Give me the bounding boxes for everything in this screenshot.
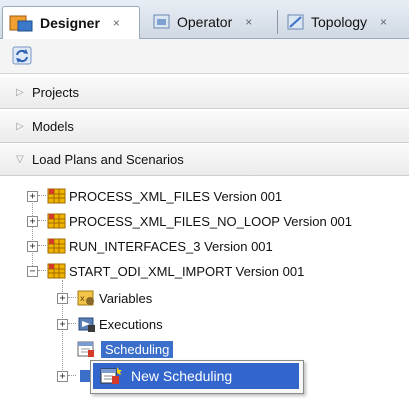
tree-item-executions[interactable]: + Executions [57,312,163,336]
tab-designer[interactable]: Designer × [2,6,140,39]
scenario-icon [47,188,66,204]
tab-separator [277,10,278,34]
tree-item-label: Executions [99,316,163,332]
expand-toggle[interactable]: + [57,318,68,330]
tab-operator-label: Operator [177,14,233,30]
new-scheduling-icon [100,367,122,384]
expand-toggle[interactable]: + [57,292,68,304]
tree-item-label: PROCESS_XML_FILES_NO_LOOP Version 001 [69,213,353,229]
scenario-icon [47,263,66,279]
svg-text:x: x [80,294,85,303]
variables-icon: x [77,290,94,306]
tree-item-scheduling[interactable]: Scheduling [76,337,174,361]
tree-item-variables[interactable]: + x Variables [57,286,152,310]
tab-operator[interactable]: Operator × [146,6,278,38]
accordion-label: Load Plans and Scenarios [32,152,184,167]
collapse-toggle[interactable]: − [27,265,38,277]
chevron-down-icon: ▽ [16,154,24,165]
tree-item-label-selected: Scheduling [101,340,174,358]
scenario-icon [47,213,66,229]
refresh-icon[interactable] [12,46,34,66]
close-icon[interactable]: × [380,15,387,29]
toolbar [0,39,409,74]
menu-item-label: New Scheduling [131,368,233,384]
tree-item-label: RUN_INTERFACES_3 Version 001 [69,238,273,254]
tab-designer-label: Designer [40,15,100,31]
tab-topology-label: Topology [311,14,368,30]
tree-item-label: START_ODI_XML_IMPORT Version 001 [69,263,305,279]
expand-toggle[interactable]: + [57,370,68,382]
tab-bar: Designer × Operator × Topology × [0,0,409,39]
accordion-label: Models [32,119,74,134]
tree-item-process-xml-files[interactable]: + PROCESS_XML_FILES Version 001 [27,184,282,208]
close-icon[interactable]: × [245,15,252,29]
tree-item-process-xml-files-no-loop[interactable]: + PROCESS_XML_FILES_NO_LOOP Version 001 [27,209,352,233]
accordion-load-plans-and-scenarios[interactable]: ▽ Load Plans and Scenarios [0,144,409,176]
chevron-right-icon: ▷ [16,87,24,98]
tree-item-start-odi-xml-import[interactable]: − START_ODI_XML_IMPORT Version 001 [27,259,304,283]
tree-item-label: PROCESS_XML_FILES Version 001 [69,188,283,204]
expand-toggle[interactable]: + [27,215,38,227]
tree-item-label: Variables [99,290,153,306]
chevron-right-icon: ▷ [16,121,24,132]
tree-item-run-interfaces-3[interactable]: + RUN_INTERFACES_3 Version 001 [27,234,273,258]
designer-icon [9,15,33,32]
scenario-icon [47,238,66,254]
topology-icon [287,14,304,30]
accordion-label: Projects [32,85,79,100]
context-menu: New Scheduling [90,360,304,394]
operator-icon [153,14,170,29]
accordion-projects[interactable]: ▷ Projects [0,77,409,109]
close-icon[interactable]: × [113,16,120,30]
expand-toggle[interactable]: + [27,240,38,252]
accordion-models[interactable]: ▷ Models [0,111,409,143]
scheduling-icon [77,341,94,357]
expand-toggle[interactable]: + [27,190,38,202]
tab-topology[interactable]: Topology × [280,6,408,38]
menu-item-new-scheduling[interactable]: New Scheduling [93,363,299,389]
executions-icon [78,317,95,332]
